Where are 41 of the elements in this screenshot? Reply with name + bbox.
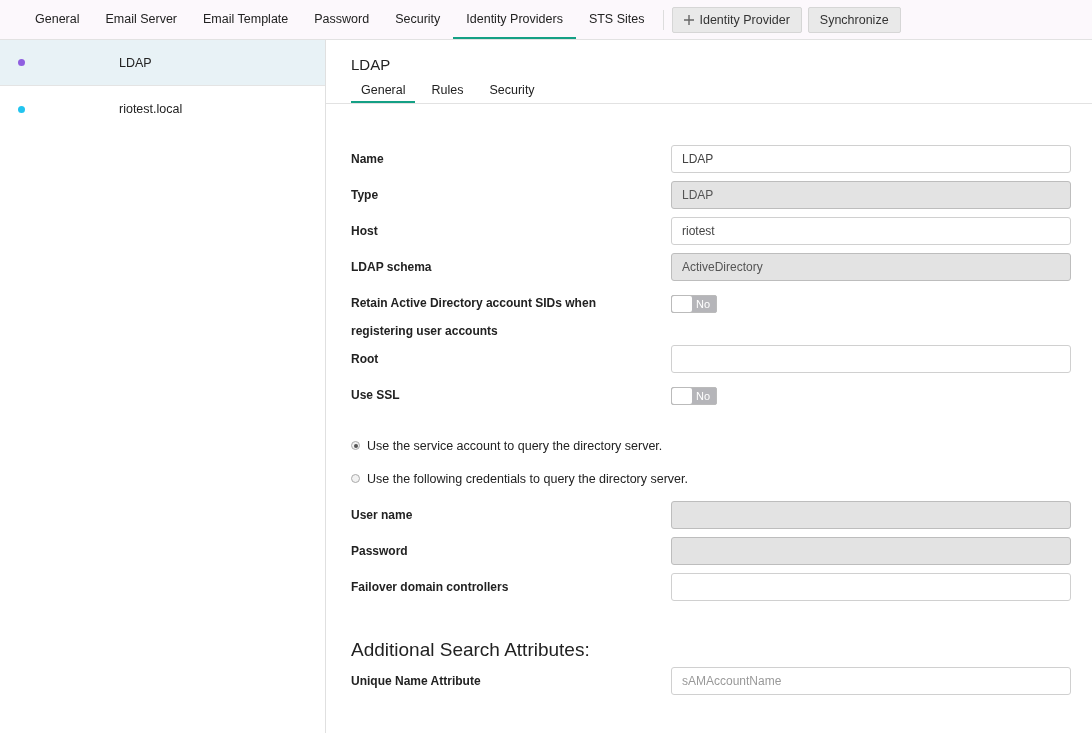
nav-tab[interactable]: Email Template bbox=[190, 0, 302, 39]
radio-label: Use the following credentials to query the directory server. bbox=[367, 471, 688, 486]
nav-tab[interactable]: Email Server bbox=[92, 0, 191, 39]
provider-name: LDAP bbox=[119, 55, 152, 70]
radio-label: Use the service account to query the directory server. bbox=[367, 438, 663, 453]
section-heading: Additional Search Attributes: bbox=[351, 639, 591, 661]
plus-icon bbox=[684, 14, 695, 25]
text-field[interactable]: LDAP bbox=[671, 145, 1071, 173]
radio-button[interactable] bbox=[351, 474, 360, 483]
provider-title: LDAP bbox=[351, 56, 392, 73]
nav-tab[interactable]: Identity Providers bbox=[453, 0, 576, 39]
provider-list-item[interactable]: LDAP bbox=[0, 40, 325, 86]
add-provider-button[interactable]: Identity Provider bbox=[672, 6, 802, 33]
nav-tab[interactable]: Password bbox=[301, 0, 383, 39]
text-field[interactable]: riotest bbox=[671, 217, 1071, 245]
text-field[interactable]: sAMAccountName bbox=[671, 667, 1071, 695]
field-label: Root bbox=[351, 351, 380, 368]
sub-tab[interactable]: Rules bbox=[421, 77, 474, 103]
nav-tab[interactable]: STS Sites bbox=[575, 0, 658, 39]
text-field[interactable] bbox=[671, 345, 1071, 373]
text-field[interactable] bbox=[671, 573, 1071, 601]
field-label: Host bbox=[351, 223, 379, 240]
radio-button[interactable] bbox=[351, 441, 360, 450]
nav-tab[interactable]: Security bbox=[382, 0, 454, 39]
field-label: Type bbox=[351, 187, 380, 204]
field-label: Password bbox=[351, 543, 409, 560]
field-label: User name bbox=[351, 507, 414, 524]
sub-tab[interactable]: General bbox=[351, 77, 416, 103]
synchronize-button[interactable]: Synchronize bbox=[807, 6, 901, 33]
radio-option[interactable]: Use the service account to query the directory server. bbox=[351, 429, 1092, 462]
field-label: Failover domain controllers bbox=[351, 579, 510, 596]
field-label: Name bbox=[351, 151, 385, 168]
provider-name: riotest.local bbox=[119, 102, 183, 116]
nav-tab[interactable]: General bbox=[22, 0, 93, 39]
provider-list-item[interactable]: riotest.local bbox=[0, 86, 325, 132]
field-label: Unique Name Attribute bbox=[351, 673, 482, 690]
radio-option[interactable]: Use the following credentials to query the directory server. bbox=[351, 462, 1092, 495]
sub-tab[interactable]: Security bbox=[479, 77, 545, 103]
field-label: LDAP schema bbox=[351, 259, 433, 276]
field-label: Use SSL bbox=[351, 387, 401, 404]
field-label: Retain Active Directory account SIDs when registering user accounts bbox=[351, 295, 597, 340]
